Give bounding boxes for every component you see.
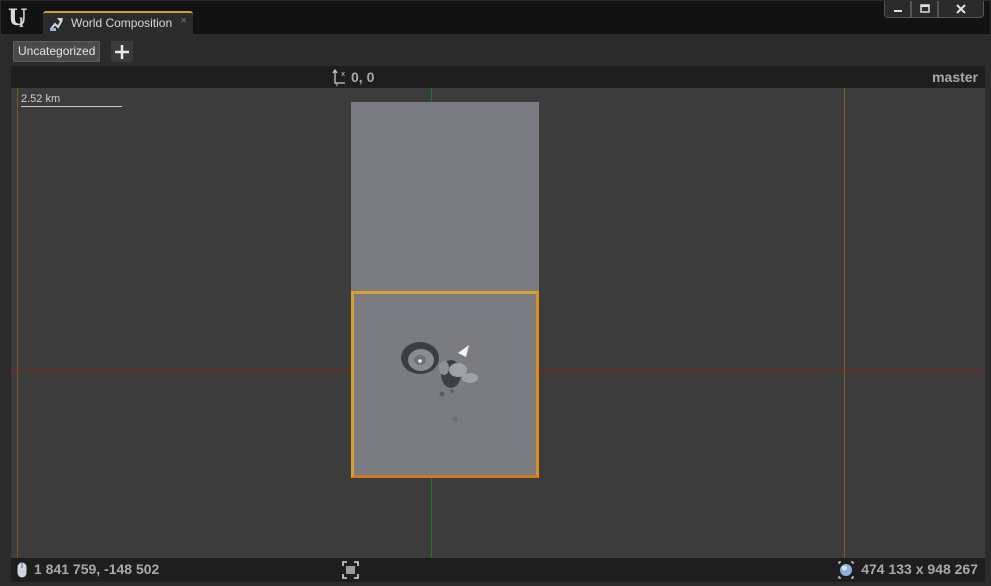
unreal-logo-icon[interactable]: U l	[5, 4, 33, 30]
tab-label: World Composition	[71, 16, 173, 30]
level-tile-unloaded[interactable]	[351, 102, 539, 292]
globe-icon	[838, 561, 854, 579]
maximize-icon	[919, 4, 930, 13]
level-name: master	[932, 69, 978, 85]
scale-bar	[21, 106, 122, 107]
world-composition-icon	[50, 18, 63, 31]
world-composition-window: U l World Composition × Uncategorized 2.…	[0, 0, 991, 586]
scale-label: 2.52 km	[21, 93, 61, 105]
tab-world-composition[interactable]: World Composition ×	[43, 11, 193, 34]
level-tile-selected[interactable]	[351, 291, 539, 478]
axis-origin-icon: x y	[332, 68, 345, 86]
svg-text:U: U	[8, 5, 27, 30]
mouse-coordinates: 1 841 759, -148 502	[34, 561, 160, 577]
add-layer-button[interactable]	[111, 41, 133, 62]
world-bound-right	[844, 88, 845, 558]
svg-text:l: l	[19, 16, 24, 30]
tab-close-icon[interactable]: ×	[181, 15, 187, 27]
fit-selection-icon[interactable]	[342, 561, 359, 579]
viewport-top-bar: x y 0, 0 master	[11, 66, 985, 88]
plus-icon	[115, 44, 129, 59]
mouse-icon	[17, 562, 27, 578]
viewport-bottom-bar: 1 841 759, -148 502 474 133 x 948 267	[11, 558, 985, 582]
minimize-icon	[893, 10, 902, 12]
window-controls	[884, 1, 984, 18]
svg-text:x: x	[341, 70, 345, 78]
world-viewport[interactable]: 2.52 km x y 0, 0 master 1 841 759, -148 …	[11, 66, 985, 582]
close-icon	[956, 4, 966, 14]
layer-chip-uncategorized[interactable]: Uncategorized	[13, 41, 101, 62]
world-size: 474 133 x 948 267	[861, 561, 978, 577]
title-bar[interactable]: U l World Composition ×	[1, 1, 990, 34]
maximize-button[interactable]	[911, 1, 938, 18]
svg-text:y: y	[335, 81, 339, 86]
world-bound-left	[17, 88, 18, 558]
origin-coordinates: 0, 0	[351, 69, 375, 85]
panel-body: Uncategorized 2.52 km x y 0, 0 master 1 …	[1, 34, 990, 586]
terrain-preview	[401, 342, 478, 422]
minimize-button[interactable]	[884, 1, 911, 18]
layer-toolbar: Uncategorized	[1, 34, 990, 65]
close-button[interactable]	[938, 1, 984, 18]
